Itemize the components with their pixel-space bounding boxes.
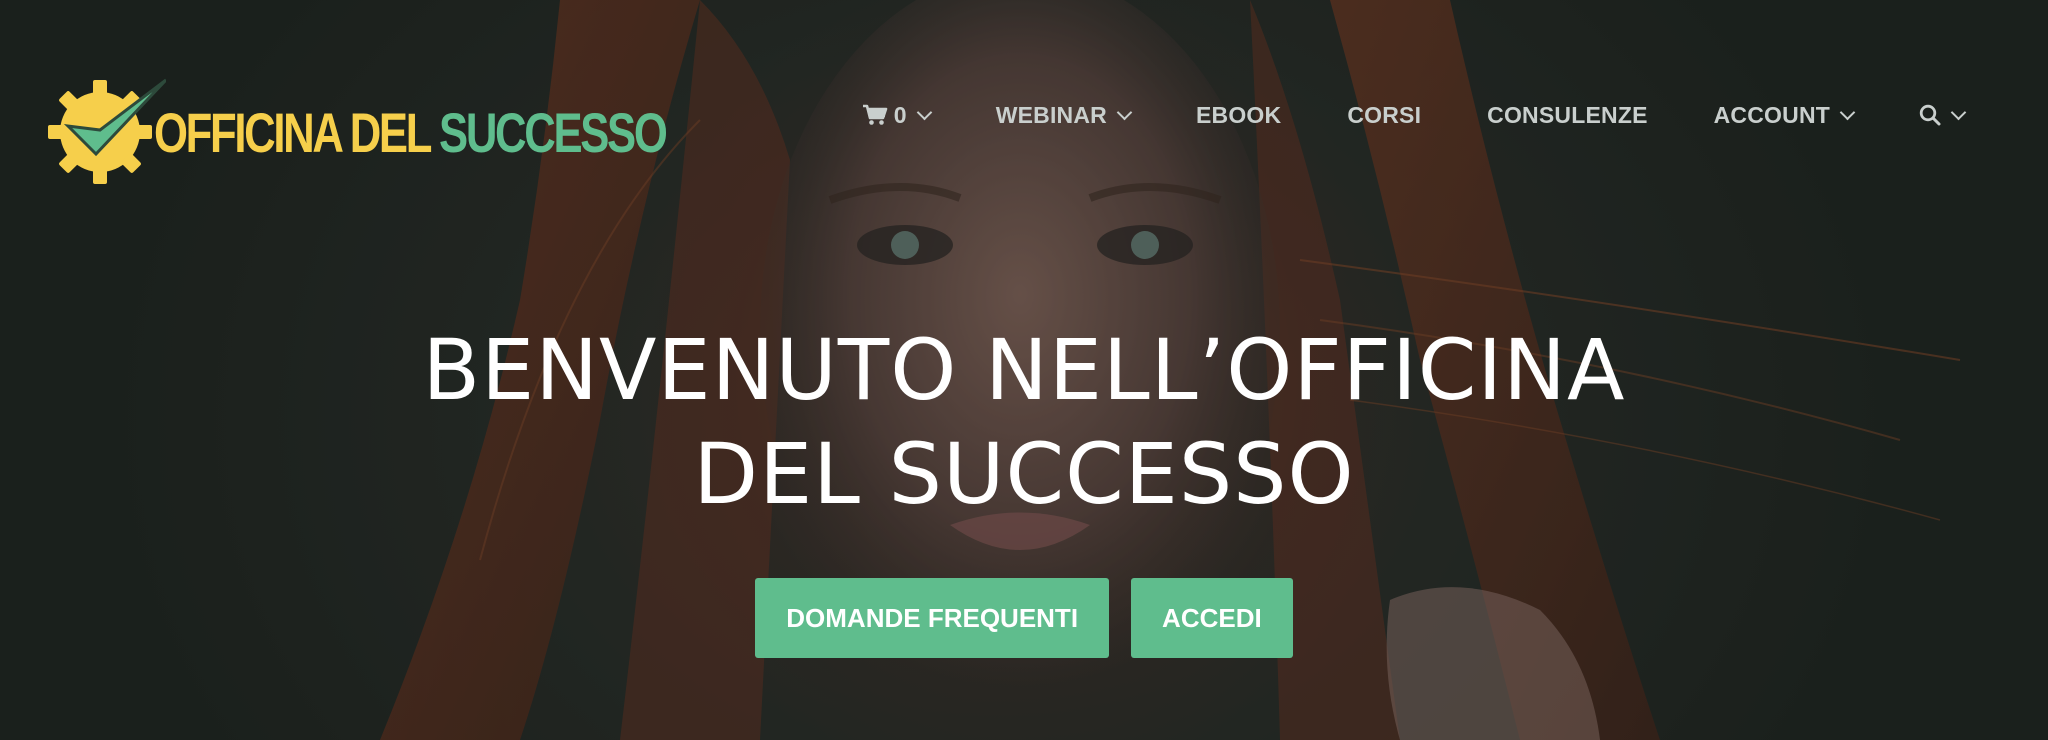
nav-consulenze[interactable]: CONSULENZE [1487, 102, 1647, 129]
nav-account-label: ACCOUNT [1713, 101, 1830, 128]
nav-ebook-label: EBOOK [1195, 101, 1282, 128]
shopping-cart-icon [862, 104, 887, 125]
logo-wordmark: OFFICINA DEL SUCCESSO [154, 100, 668, 165]
hero-section: OFFICINA DEL SUCCESSO 0 WEBINAR EBOOK CO… [0, 0, 2048, 740]
hero-title: BENVENUTO NELL’OFFICINA DEL SUCCESSO [0, 318, 2048, 526]
nav-ebook[interactable]: EBOOK [1196, 102, 1281, 129]
nav-cart[interactable]: 0 [862, 101, 932, 129]
nav-webinar-label: WEBINAR [995, 101, 1107, 128]
nav-corsi[interactable]: CORSI [1347, 102, 1421, 129]
main-navigation: 0 WEBINAR EBOOK CORSI CONSULENZE ACCOUNT [862, 98, 1967, 132]
hero-title-line2: DEL SUCCESSO [693, 425, 1355, 523]
site-logo[interactable]: OFFICINA DEL SUCCESSO [48, 74, 810, 184]
login-button[interactable]: ACCEDI [1131, 578, 1293, 658]
nav-consulenze-label: CONSULENZE [1487, 101, 1648, 128]
chevron-down-icon [1839, 104, 1856, 120]
chevron-down-icon [916, 104, 932, 120]
hero-title-line1: BENVENUTO NELL’OFFICINA [422, 321, 1626, 419]
hero-cta-group: DOMANDE FREQUENTI ACCEDI [0, 578, 2048, 658]
chevron-down-icon [1950, 104, 1967, 120]
chevron-down-icon [1116, 104, 1133, 120]
logo-text-yellow: OFFICINA DEL [154, 100, 432, 164]
site-header: OFFICINA DEL SUCCESSO 0 WEBINAR EBOOK CO… [0, 0, 2048, 230]
faq-button[interactable]: DOMANDE FREQUENTI [755, 578, 1110, 658]
logo-text-green: SUCCESSO [439, 100, 668, 164]
nav-search[interactable] [1919, 104, 1967, 126]
cart-count: 0 [893, 101, 907, 128]
search-icon [1919, 104, 1941, 126]
nav-corsi-label: CORSI [1347, 101, 1422, 128]
gear-checkmark-logo-icon [48, 78, 166, 184]
nav-webinar[interactable]: WEBINAR [995, 101, 1133, 129]
nav-account[interactable]: ACCOUNT [1713, 101, 1856, 129]
